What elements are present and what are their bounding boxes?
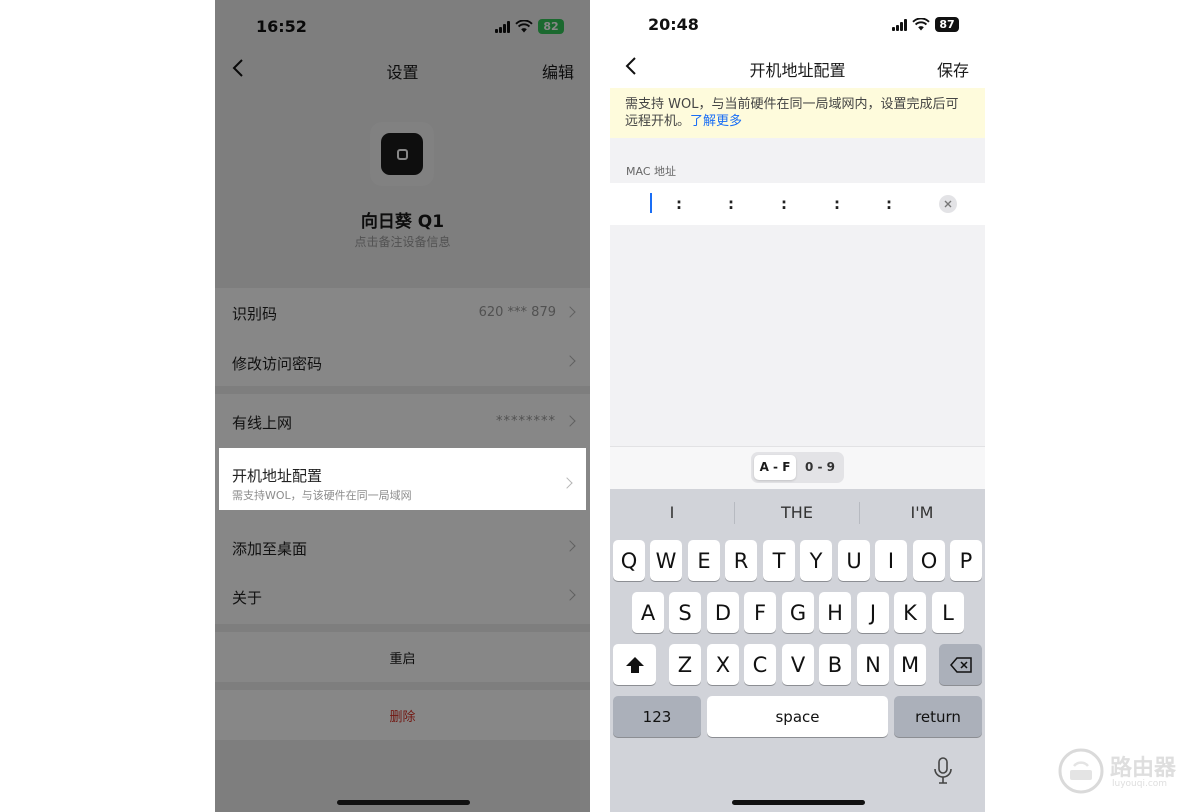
suggestion[interactable]: THE [735, 500, 859, 526]
key[interactable]: G [782, 592, 814, 633]
key[interactable]: A [632, 592, 664, 633]
shift-key[interactable] [613, 644, 656, 685]
watermark: 路由器 luyouqi.com [1058, 748, 1188, 794]
key[interactable]: R [725, 540, 757, 581]
notice-text: 需支持 WOL，与当前硬件在同一局域网内，设置完成后可远程开机。 [625, 97, 959, 129]
key[interactable]: Q [613, 540, 645, 581]
suggestion[interactable]: I [610, 500, 734, 526]
key[interactable]: Y [800, 540, 832, 581]
save-button[interactable]: 保存 [937, 57, 969, 81]
key[interactable]: V [782, 644, 814, 685]
key[interactable]: O [913, 540, 945, 581]
wol-notice: 需支持 WOL，与当前硬件在同一局域网内，设置完成后可远程开机。了解更多 [610, 88, 985, 138]
mac-separator: : [834, 195, 840, 213]
shift-icon [625, 656, 644, 673]
key[interactable]: L [932, 592, 964, 633]
numbers-key[interactable]: 123 [613, 696, 701, 737]
page-title: 开机地址配置 [749, 61, 846, 80]
key[interactable]: H [819, 592, 851, 633]
backspace-icon [949, 656, 972, 673]
chevron-right-icon [561, 477, 573, 489]
row-label: 开机地址配置 [232, 467, 323, 485]
home-indicator [732, 800, 865, 805]
suggestion[interactable]: I'M [860, 500, 984, 526]
key[interactable]: S [669, 592, 701, 633]
key[interactable]: I [875, 540, 907, 581]
key[interactable]: F [744, 592, 776, 633]
mac-separator: : [781, 195, 787, 213]
clear-icon[interactable] [939, 195, 957, 213]
return-key[interactable]: return [894, 696, 982, 737]
key[interactable]: Z [669, 644, 701, 685]
key[interactable]: M [894, 644, 926, 685]
learn-more-link[interactable]: 了解更多 [690, 114, 742, 129]
space-key[interactable]: space [707, 696, 888, 737]
dim-overlay [215, 0, 590, 812]
signal-icon [892, 18, 907, 31]
settings-screen: 16:52 82 设置 编辑 向日葵 Q1 点击备注设备信息 识别码 620 *… [215, 0, 590, 812]
battery-icon: 87 [935, 17, 959, 32]
key[interactable]: W [650, 540, 682, 581]
key[interactable]: D [707, 592, 739, 633]
mac-separator: : [886, 195, 892, 213]
key[interactable]: T [763, 540, 795, 581]
input-mode-toggle: A - F 0 - 9 [751, 452, 844, 483]
toggle-af[interactable]: A - F [754, 455, 796, 480]
key[interactable]: U [838, 540, 870, 581]
home-indicator [337, 800, 470, 805]
key[interactable]: X [707, 644, 739, 685]
toggle-09[interactable]: 0 - 9 [799, 455, 841, 480]
status-icons: 87 [892, 17, 959, 32]
key[interactable]: E [688, 540, 720, 581]
router-logo-icon [1058, 748, 1104, 794]
mac-separator: : [676, 195, 682, 213]
key[interactable]: B [819, 644, 851, 685]
watermark-text: 路由器 [1110, 756, 1177, 781]
key[interactable]: P [950, 540, 982, 581]
key[interactable]: K [894, 592, 926, 633]
row-boot-address-config[interactable]: 开机地址配置 需支持WOL，与该硬件在同一局域网 [219, 448, 586, 510]
key[interactable]: J [857, 592, 889, 633]
mac-separator: : [728, 195, 734, 213]
wifi-icon [912, 18, 930, 31]
microphone-icon[interactable] [933, 757, 953, 785]
key[interactable]: C [744, 644, 776, 685]
mac-label: MAC 地址 [626, 165, 676, 178]
key[interactable]: N [857, 644, 889, 685]
watermark-url: luyouqi.com [1112, 779, 1168, 789]
mac-input[interactable] [610, 183, 985, 225]
backspace-key[interactable] [939, 644, 982, 685]
row-sub-label: 需支持WOL，与该硬件在同一局域网 [232, 489, 412, 502]
status-time: 20:48 [648, 15, 699, 34]
boot-address-screen: 20:48 87 开机地址配置 保存 需支持 WOL，与当前硬件在同一局域网内，… [610, 0, 985, 812]
text-cursor [650, 193, 652, 213]
